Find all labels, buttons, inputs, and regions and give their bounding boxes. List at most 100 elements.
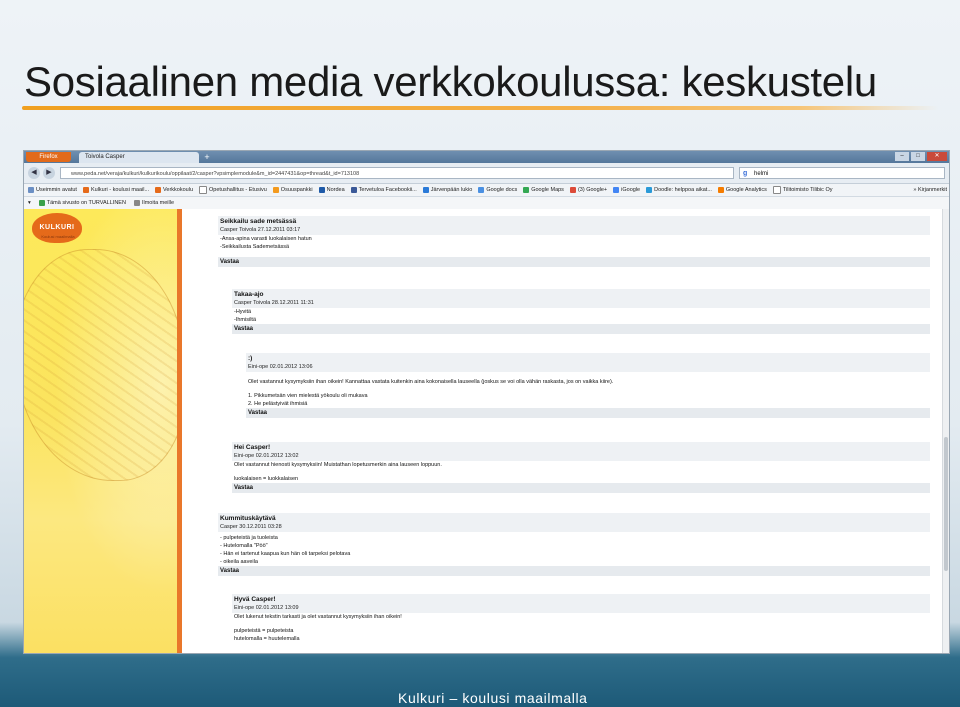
bookmark-item[interactable]: Järvenpään lukio [422,187,472,193]
post-line: - oikeila aaveila [220,559,258,565]
new-tab-button[interactable]: + [202,152,212,163]
bookmark-icon [613,187,620,193]
forum-post: Kummituskäytävä Casper 30.12.2011 03:28 … [218,513,930,576]
bookmark-item[interactable]: Opetushallitus - Etusivu [199,186,267,194]
bookmark-item[interactable]: Osuuspankki [272,187,313,193]
bookmark-item[interactable]: Tervetuloa Facebookii... [350,187,417,193]
search-input[interactable]: g helmi [739,167,945,179]
url-bar[interactable]: www.peda.net/veraja/kulkuri/kulkurikoulu… [60,167,734,179]
forum-post: Takaa-ajo Casper Toivola 28.12.2011 11:3… [232,289,930,334]
close-icon[interactable]: ✕ [927,152,947,161]
post-line: Olet vastannut kysymyksiin ihan oikein! … [248,379,614,385]
bookmark-icon [199,186,208,194]
post-line: 1. Pikkumetsän vien mielestä yökoulu oli… [248,393,368,399]
toolbar-arrow-icon[interactable]: ▾ [28,200,31,206]
bookmark-item[interactable]: Doodle: helppoa aikat... [646,187,712,193]
bookmark-item[interactable]: Verkkokoulu [155,187,193,193]
bookmark-icon [646,187,653,193]
safe-site-indicator[interactable]: Tämä sivusto on TURVALLINEN [38,200,126,206]
bookmark-item[interactable]: Useimmin avatut [28,187,77,193]
maximize-icon[interactable]: □ [911,152,925,161]
firefox-menu-button[interactable]: Firefox [26,152,71,162]
report-icon [133,200,140,206]
bookmarks-toolbar: Useimmin avatut Kulkuri - koulusi maail.… [24,184,949,197]
bookmark-item[interactable]: Tilitoimisto Tilibic Oy [772,186,832,194]
bookmark-icon [318,187,325,193]
vertical-scrollbar[interactable] [942,209,949,653]
shield-icon [38,200,45,206]
post-line: Olet lukenut tekstin tarkasti ja olet va… [234,614,402,620]
slide-title: Sosiaalinen media verkkokoulussa: keskus… [24,58,877,105]
post-meta: Eini-ope 02.01.2012 13:02 [232,452,930,461]
bookmark-icon [350,187,357,193]
post-line: -Seikkailusta Sademetsässä [220,244,290,250]
map-doodle-illustration [24,249,177,481]
page-content: KULKURI Koulusi maailmalla Seikkailu sad… [24,209,949,653]
post-line: -Hyvitä [234,309,252,315]
bookmark-icon [478,187,485,193]
post-line: luokalaisen = luokkalaisen [234,476,299,482]
title-underline [22,106,938,110]
post-line: Olet vastannut hienosti kysymyksiin! Mui… [234,462,442,468]
post-title: :) [246,353,930,363]
bookmark-item[interactable]: Nordea [318,187,345,193]
post-line: hutelomalla = huutelemalla [234,636,300,642]
bookmark-icon [272,187,279,193]
bookmark-icon [523,187,530,193]
post-line: - pulpeteistä ja tuoleista [220,535,278,541]
post-title: Takaa-ajo [232,289,930,299]
post-line: -Ihmisiltä [234,317,257,323]
minimize-icon[interactable]: – [895,152,909,161]
bookmark-icon [772,186,781,194]
bookmark-item[interactable]: Google docs [478,187,517,193]
bookmark-icon [717,187,724,193]
post-line: -Ansa-apina varasti luokalaisen hatun [220,236,312,242]
reply-button[interactable]: Vastaa [246,408,930,418]
bookmark-item[interactable]: (3) Google+ [569,187,607,193]
report-button[interactable]: Ilmoita meille [133,200,174,206]
bookmark-item[interactable]: Kulkuri - koulusi maail... [82,187,149,193]
post-line: pulpeteistä = pulpeteista [234,628,294,634]
post-title: Hyvä Casper! [232,594,930,604]
bookmark-item[interactable]: Google Analytics [717,187,767,193]
post-line: - Hän ei tartenut kaapua kun hän oli tar… [220,551,351,557]
reply-button[interactable]: Vastaa [218,566,930,576]
bookmark-icon [28,187,34,193]
browser-screenshot: Firefox Toivola Casper + – □ ✕ ◀ ▶ www.p… [24,151,949,653]
footer-tagline: Kulkuri – koulusi maailmalla [398,690,588,706]
search-value: helmi [754,171,769,177]
post-line: 2. He pelästyivät ihmisiä [248,401,308,407]
google-icon: g [743,170,748,177]
post-meta: Casper Toivola 28.12.2011 11:31 [232,299,930,308]
forum-post: :) Eini-ope 02.01.2012 13:06 Olet vastan… [246,353,930,418]
post-meta: Eini-ope 02.01.2012 13:06 [246,363,930,372]
post-line: - Hutelomalla "Pöö" [220,543,268,549]
bookmark-icon [569,187,576,193]
post-title: Hei Casper! [232,442,930,452]
reply-button[interactable]: Vastaa [232,324,930,334]
bookmark-icon [82,187,89,193]
back-icon[interactable]: ◀ [28,167,40,179]
scrollbar-thumb[interactable] [944,437,948,571]
post-meta: Eini-ope 02.01.2012 13:09 [232,604,930,613]
forum-post: Seikkailu sade metsässä Casper Toivola 2… [218,216,930,267]
decorative-panel: KULKURI Koulusi maailmalla [24,209,177,653]
bookmark-item[interactable]: iGoogle [613,187,640,193]
bookmarks-menu[interactable]: » Kirjanmerkit [909,184,947,196]
logo-subtitle: Koulusi maailmalla [41,234,75,239]
reply-button[interactable]: Vastaa [218,257,930,267]
window-controls: – □ ✕ [895,152,947,162]
bookmark-item[interactable]: Google Maps [523,187,564,193]
post-title: Kummituskäytävä [218,513,930,523]
post-meta: Casper Toivola 27.12.2011 03:17 [218,226,930,235]
bookmark-icon [422,187,429,193]
post-title: Seikkailu sade metsässä [218,216,930,226]
browser-titlebar: Firefox Toivola Casper + – □ ✕ [24,151,949,163]
forward-icon[interactable]: ▶ [43,167,55,179]
tab-toivola-casper[interactable]: Toivola Casper [79,152,199,163]
orange-divider [177,209,182,653]
post-meta: Casper 30.12.2011 03:28 [218,523,930,532]
forum-post: Hyvä Casper! Eini-ope 02.01.2012 13:09 O… [232,594,930,643]
reply-button[interactable]: Vastaa [232,483,930,493]
bookmark-icon [155,187,162,193]
